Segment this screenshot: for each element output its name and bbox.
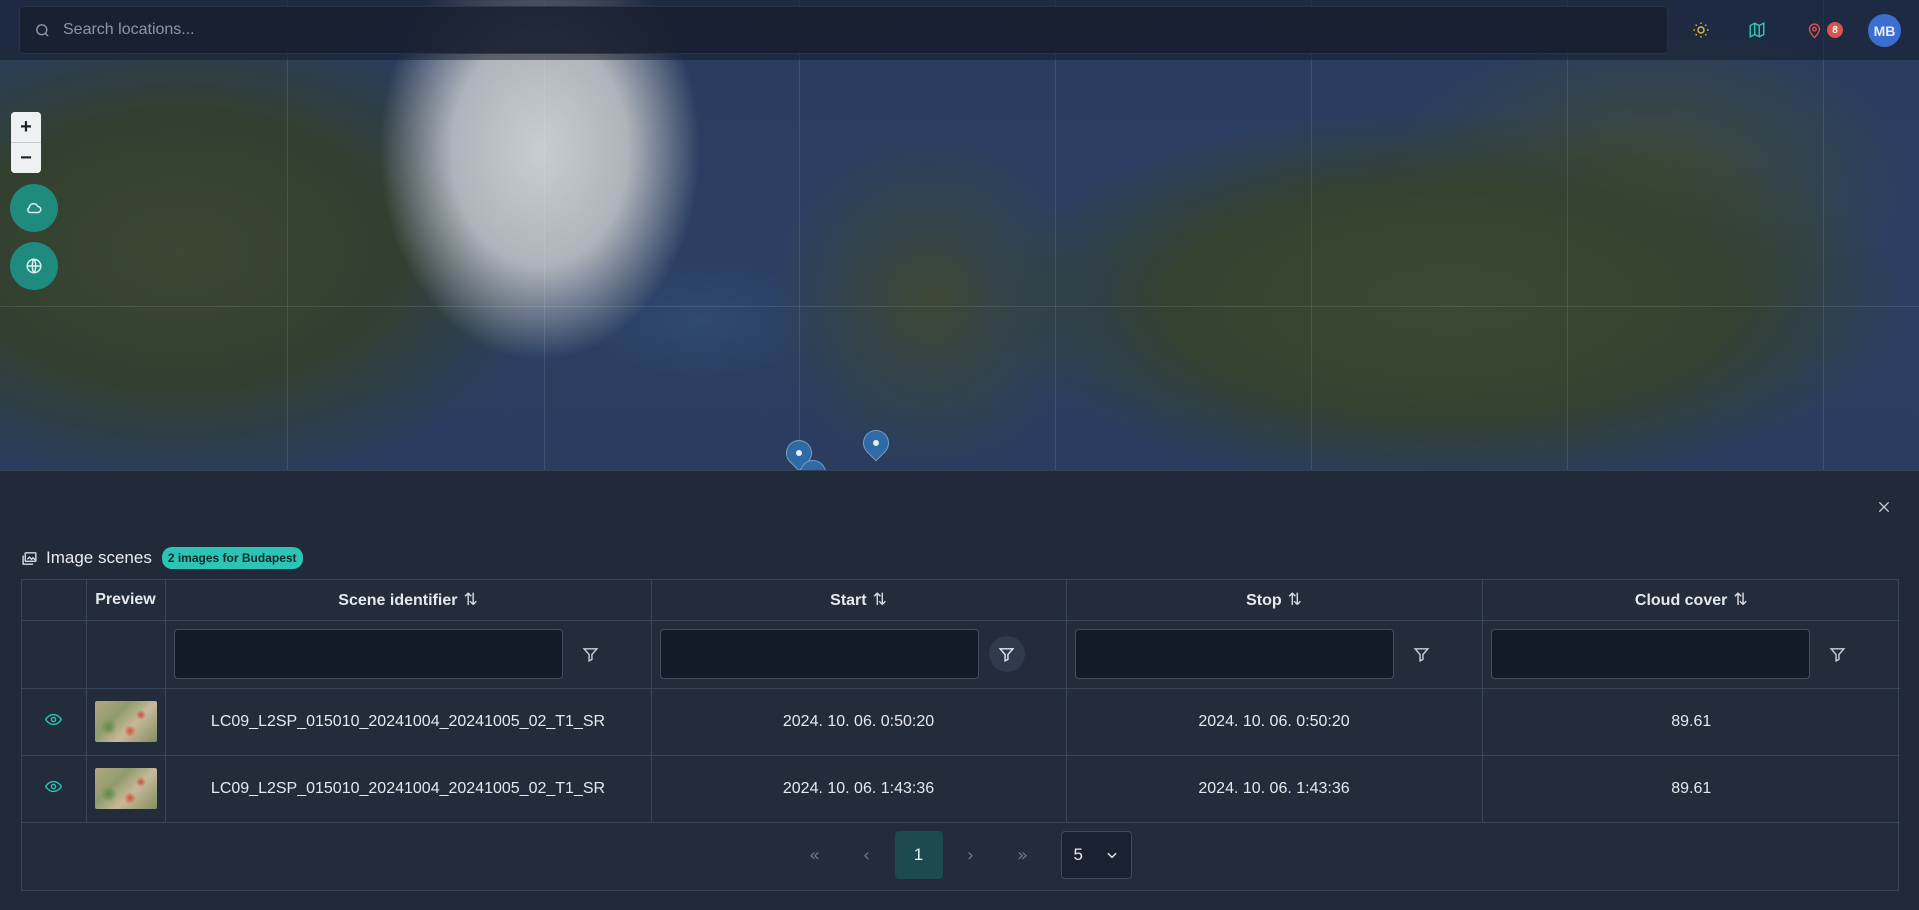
sort-icon[interactable]: ⇅: [1288, 590, 1302, 610]
stop-cell: 2024. 10. 06. 0:50:20: [1066, 688, 1483, 756]
map-graticule-line: [1311, 0, 1312, 470]
start-filter-input[interactable]: [659, 629, 979, 679]
top-bar: 8 MB: [0, 0, 1919, 60]
rows-per-page-select[interactable]: 5: [1060, 831, 1132, 879]
rows-per-page-value: 5: [1073, 845, 1083, 864]
start-filter-button[interactable]: [988, 636, 1025, 672]
filter-icon: [1829, 647, 1846, 662]
scene-thumbnail[interactable]: [94, 768, 157, 809]
theme-toggle-button[interactable]: [1688, 17, 1714, 43]
chevron-down-icon: [1106, 852, 1117, 859]
cloud-cover-cell: 89.61: [1482, 688, 1900, 756]
sort-icon[interactable]: ⇅: [873, 590, 887, 610]
eye-icon[interactable]: [45, 778, 63, 795]
cloud-icon: [27, 202, 42, 214]
close-icon: [1878, 501, 1890, 512]
column-header-stop[interactable]: Stop ⇅: [1066, 580, 1483, 621]
close-panel-button[interactable]: [1873, 497, 1895, 519]
panel-header: Image scenes 2 images for Budapest: [21, 547, 303, 569]
filter-cell-empty: [86, 620, 166, 689]
previous-page-button[interactable]: ‹: [843, 831, 891, 879]
table-row[interactable]: LC09_L2SP_015010_20241004_20241005_02_T1…: [22, 755, 1900, 823]
map-pin-icon: [1808, 22, 1820, 39]
zoom-in-button[interactable]: +: [11, 112, 41, 142]
panel-title: Image scenes: [46, 548, 152, 567]
map-graticule-line: [1823, 0, 1824, 470]
map-graticule-line: [1055, 0, 1056, 470]
search-bar[interactable]: [19, 6, 1668, 54]
column-header-label: Preview: [95, 590, 156, 608]
column-header-label: Start: [830, 591, 867, 609]
search-input[interactable]: [63, 21, 1563, 39]
next-page-button[interactable]: ›: [947, 831, 995, 879]
filter-cell-scene-identifier: [165, 620, 652, 689]
scenes-table: Preview Scene identifier ⇅ Start ⇅ Stop ⇅ C…: [21, 579, 1900, 891]
stop-filter-input[interactable]: [1074, 629, 1394, 679]
column-header-scene-identifier[interactable]: Scene identifier ⇅: [165, 580, 652, 621]
map-view[interactable]: + −: [0, 0, 1919, 470]
scene-thumbnail[interactable]: [94, 701, 157, 742]
scene-identifier-cell: LC09_L2SP_015010_20241004_20241005_02_T1…: [165, 755, 652, 823]
stop-filter-button[interactable]: [1404, 636, 1440, 672]
map-layers-button[interactable]: [1744, 17, 1770, 43]
filter-icon: [582, 647, 599, 662]
user-avatar[interactable]: MB: [1868, 14, 1901, 47]
filter-cell-stop: [1066, 620, 1483, 689]
sort-icon[interactable]: ⇅: [463, 590, 477, 610]
table-row[interactable]: LC09_L2SP_015010_20241004_20241005_02_T1…: [22, 688, 1900, 756]
scene-identifier-cell: LC09_L2SP_015010_20241004_20241005_02_T1…: [165, 688, 652, 756]
globe-layer-button[interactable]: [10, 242, 58, 290]
view-cell: [22, 688, 87, 756]
map-graticule-line: [544, 0, 545, 470]
cloud-cover-cell: 89.61: [1482, 755, 1900, 823]
map-marker[interactable]: [857, 424, 895, 462]
scene-identifier-filter-button[interactable]: [573, 636, 609, 672]
page-button-current[interactable]: 1: [894, 831, 943, 879]
filter-cell-start: [651, 620, 1067, 689]
map-graticule-line: [287, 0, 288, 470]
saved-locations-count-badge: 8: [1827, 22, 1843, 38]
column-header-view: [22, 580, 87, 621]
column-header-preview: Preview: [86, 580, 166, 621]
scene-identifier-filter-input[interactable]: [173, 629, 563, 679]
globe-icon: [26, 258, 42, 274]
map-graticule-line: [799, 0, 800, 470]
sun-icon: [1693, 22, 1709, 38]
map-graticule-line: [0, 306, 1919, 307]
preview-cell: [86, 755, 166, 823]
view-cell: [22, 755, 87, 823]
column-header-cloud-cover[interactable]: Cloud cover ⇅: [1482, 580, 1900, 621]
map-icon: [1749, 22, 1765, 38]
first-page-button[interactable]: «: [791, 831, 839, 879]
zoom-out-button[interactable]: −: [11, 143, 41, 173]
filter-cell-empty: [22, 620, 87, 689]
filter-icon: [998, 647, 1015, 662]
preview-cell: [86, 688, 166, 756]
sort-icon[interactable]: ⇅: [1733, 590, 1747, 610]
images-icon: [22, 551, 37, 565]
filter-cell-cloud-cover: [1482, 620, 1900, 689]
filter-icon: [1413, 647, 1430, 662]
pagination: « ‹ 1 › » 5: [22, 820, 1898, 890]
saved-locations-button[interactable]: [1801, 17, 1827, 43]
image-scenes-panel: Image scenes 2 images for Budapest Previ…: [0, 470, 1919, 910]
start-cell: 2024. 10. 06. 1:43:36: [651, 755, 1067, 823]
column-header-start[interactable]: Start ⇅: [651, 580, 1067, 621]
column-header-label: Scene identifier: [338, 591, 458, 609]
last-page-button[interactable]: »: [999, 831, 1047, 879]
filter-row: [22, 620, 1900, 689]
column-header-label: Stop: [1246, 591, 1282, 609]
map-graticule-line: [1567, 0, 1568, 470]
image-count-badge: 2 images for Budapest: [161, 547, 303, 569]
cloud-cover-filter-button[interactable]: [1820, 636, 1856, 672]
eye-icon[interactable]: [45, 711, 63, 728]
start-cell: 2024. 10. 06. 0:50:20: [651, 688, 1067, 756]
column-header-label: Cloud cover: [1634, 591, 1728, 609]
stop-cell: 2024. 10. 06. 1:43:36: [1066, 755, 1483, 823]
cloud-cover-filter-input[interactable]: [1490, 629, 1810, 679]
zoom-control: + −: [11, 112, 41, 173]
cloud-layer-button[interactable]: [10, 184, 58, 232]
search-icon: [36, 23, 49, 37]
